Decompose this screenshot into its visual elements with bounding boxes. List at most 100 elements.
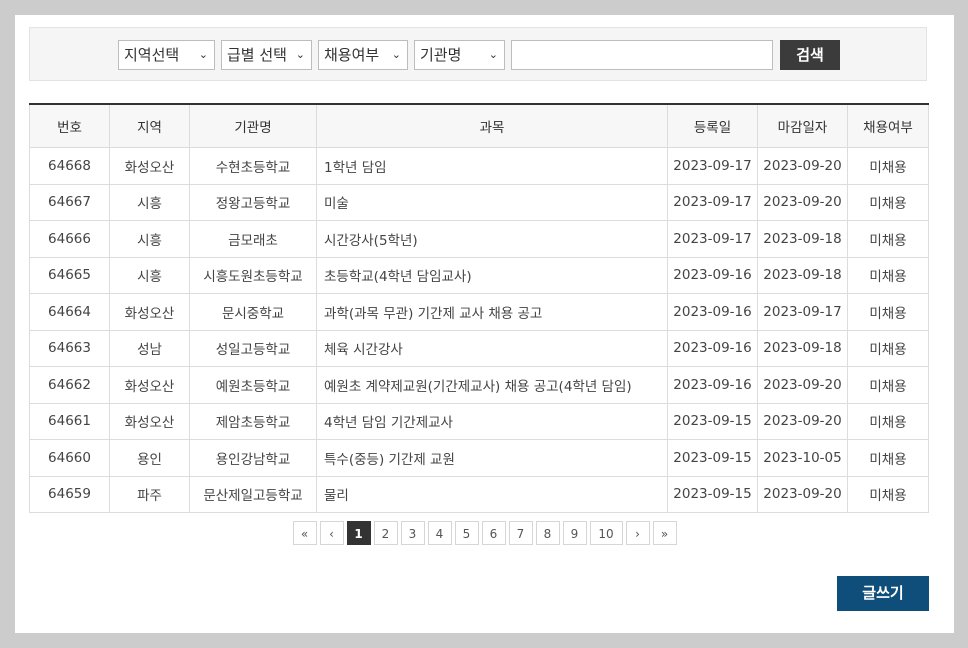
row-status: 미채용 xyxy=(847,402,929,440)
row-subject-link[interactable]: 시간강사(5학년) xyxy=(316,220,668,258)
page-10-button[interactable]: 10 xyxy=(589,521,623,545)
next-page-button[interactable]: › xyxy=(625,521,650,545)
row-region: 화성오산 xyxy=(109,293,190,331)
row-org: 성일고등학교 xyxy=(189,329,317,367)
first-page-button[interactable]: « xyxy=(292,521,317,545)
row-no: 64667 xyxy=(29,183,110,221)
table-row[interactable]: 64667 시흥 정왕고등학교 미술 2023-09-17 2023-09-20 미채용 xyxy=(29,183,929,221)
search-bar: 지역선택 ⌄ 급별 선택 ⌄ 채용여부 ⌄ 기관명 ⌄ 검색 xyxy=(29,27,927,81)
region-select[interactable]: 지역선택 ⌄ xyxy=(118,40,215,70)
prev-page-button[interactable]: ‹ xyxy=(319,521,344,545)
header-status: 채용여부 xyxy=(847,104,929,148)
pagination: «‹ 1 2 3 4 5 6 7 8 9 10 ›» xyxy=(15,521,954,547)
row-subject-link[interactable]: 예원초 계약제교원(기간제교사) 채용 공고(4학년 담임) xyxy=(316,366,668,404)
chevron-down-icon: ⌄ xyxy=(198,48,208,61)
page-1-button[interactable]: 1 xyxy=(346,521,371,545)
row-region: 화성오산 xyxy=(109,366,190,404)
row-subject-link[interactable]: 물리 xyxy=(316,475,668,513)
chevron-down-icon: ⌄ xyxy=(391,48,401,61)
row-deadline: 2023-09-20 xyxy=(757,147,848,185)
table-row[interactable]: 64665 시흥 시흥도원초등학교 초등학교(4학년 담임교사) 2023-09-16 2… xyxy=(29,256,929,294)
row-org: 시흥도원초등학교 xyxy=(189,256,317,294)
table-row[interactable]: 64661 화성오산 제암초등학교 4학년 담임 기간제교사 2023-09-15 202… xyxy=(29,402,929,440)
header-org: 기관명 xyxy=(189,104,317,148)
chevron-down-icon: ⌄ xyxy=(295,48,305,61)
row-region: 시흥 xyxy=(109,256,190,294)
table-row[interactable]: 64659 파주 문산제일고등학교 물리 2023-09-15 2023-09-20 미채용 xyxy=(29,475,929,513)
chevron-down-icon: ⌄ xyxy=(488,48,498,61)
page-2-button[interactable]: 2 xyxy=(373,521,398,545)
row-region: 화성오산 xyxy=(109,147,190,185)
region-select-value: 지역선택 xyxy=(124,46,180,64)
row-subject-link[interactable]: 특수(중등) 기간제 교원 xyxy=(316,439,668,477)
table-row[interactable]: 64664 화성오산 문시중학교 과학(과목 무관) 기간제 교사 채용 공고 2023… xyxy=(29,293,929,331)
write-button[interactable]: 글쓰기 xyxy=(837,576,929,611)
row-status: 미채용 xyxy=(847,293,929,331)
row-reg-date: 2023-09-15 xyxy=(667,439,758,477)
row-status: 미채용 xyxy=(847,220,929,258)
row-org: 문시중학교 xyxy=(189,293,317,331)
search-input[interactable] xyxy=(511,40,773,70)
row-reg-date: 2023-09-16 xyxy=(667,293,758,331)
row-status: 미채용 xyxy=(847,475,929,513)
row-reg-date: 2023-09-15 xyxy=(667,475,758,513)
header-region: 지역 xyxy=(109,104,190,148)
row-org: 금모래초 xyxy=(189,220,317,258)
page-9-button[interactable]: 9 xyxy=(562,521,587,545)
table-header-row: 번호 지역 기관명 과목 등록일 마감일자 채용여부 xyxy=(29,104,929,148)
row-org: 수현초등학교 xyxy=(189,147,317,185)
row-deadline: 2023-10-05 xyxy=(757,439,848,477)
org-select-value: 기관명 xyxy=(420,46,462,64)
page-5-button[interactable]: 5 xyxy=(454,521,479,545)
page-3-button[interactable]: 3 xyxy=(400,521,425,545)
row-no: 64659 xyxy=(29,475,110,513)
row-no: 64663 xyxy=(29,329,110,367)
page-6-button[interactable]: 6 xyxy=(481,521,506,545)
row-subject-link[interactable]: 1학년 담임 xyxy=(316,147,668,185)
row-reg-date: 2023-09-17 xyxy=(667,147,758,185)
row-no: 64662 xyxy=(29,366,110,404)
page-4-button[interactable]: 4 xyxy=(427,521,452,545)
row-region: 시흥 xyxy=(109,220,190,258)
table-row[interactable]: 64666 시흥 금모래초 시간강사(5학년) 2023-09-17 2023-09-18… xyxy=(29,220,929,258)
row-status: 미채용 xyxy=(847,329,929,367)
row-org: 용인강남학교 xyxy=(189,439,317,477)
row-no: 64666 xyxy=(29,220,110,258)
row-region: 용인 xyxy=(109,439,190,477)
table-row[interactable]: 64663 성남 성일고등학교 체육 시간강사 2023-09-16 2023-09-18… xyxy=(29,329,929,367)
row-deadline: 2023-09-18 xyxy=(757,329,848,367)
row-reg-date: 2023-09-16 xyxy=(667,366,758,404)
table-body: 64668 화성오산 수현초등학교 1학년 담임 2023-09-17 2023-09-2… xyxy=(29,147,929,513)
row-org: 정왕고등학교 xyxy=(189,183,317,221)
row-subject-link[interactable]: 미술 xyxy=(316,183,668,221)
row-no: 64668 xyxy=(29,147,110,185)
org-select[interactable]: 기관명 ⌄ xyxy=(414,40,505,70)
table-row[interactable]: 64662 화성오산 예원초등학교 예원초 계약제교원(기간제교사) 채용 공고(4학… xyxy=(29,366,929,404)
row-subject-link[interactable]: 체육 시간강사 xyxy=(316,329,668,367)
row-deadline: 2023-09-17 xyxy=(757,293,848,331)
row-status: 미채용 xyxy=(847,439,929,477)
row-status: 미채용 xyxy=(847,147,929,185)
row-subject-link[interactable]: 초등학교(4학년 담임교사) xyxy=(316,256,668,294)
row-reg-date: 2023-09-17 xyxy=(667,220,758,258)
row-subject-link[interactable]: 과학(과목 무관) 기간제 교사 채용 공고 xyxy=(316,293,668,331)
row-deadline: 2023-09-20 xyxy=(757,402,848,440)
page-7-button[interactable]: 7 xyxy=(508,521,533,545)
grade-select[interactable]: 급별 선택 ⌄ xyxy=(221,40,312,70)
hire-status-select[interactable]: 채용여부 ⌄ xyxy=(318,40,408,70)
row-subject-link[interactable]: 4학년 담임 기간제교사 xyxy=(316,402,668,440)
row-org: 예원초등학교 xyxy=(189,366,317,404)
last-page-button[interactable]: » xyxy=(652,521,677,545)
row-region: 화성오산 xyxy=(109,402,190,440)
row-status: 미채용 xyxy=(847,366,929,404)
row-reg-date: 2023-09-16 xyxy=(667,256,758,294)
row-org: 제암초등학교 xyxy=(189,402,317,440)
table-row[interactable]: 64660 용인 용인강남학교 특수(중등) 기간제 교원 2023-09-15 2023… xyxy=(29,439,929,477)
table-row[interactable]: 64668 화성오산 수현초등학교 1학년 담임 2023-09-17 2023-09-2… xyxy=(29,147,929,185)
row-deadline: 2023-09-20 xyxy=(757,475,848,513)
row-status: 미채용 xyxy=(847,183,929,221)
row-org: 문산제일고등학교 xyxy=(189,475,317,513)
header-reg-date: 등록일 xyxy=(667,104,758,148)
page-8-button[interactable]: 8 xyxy=(535,521,560,545)
search-button[interactable]: 검색 xyxy=(780,40,840,70)
